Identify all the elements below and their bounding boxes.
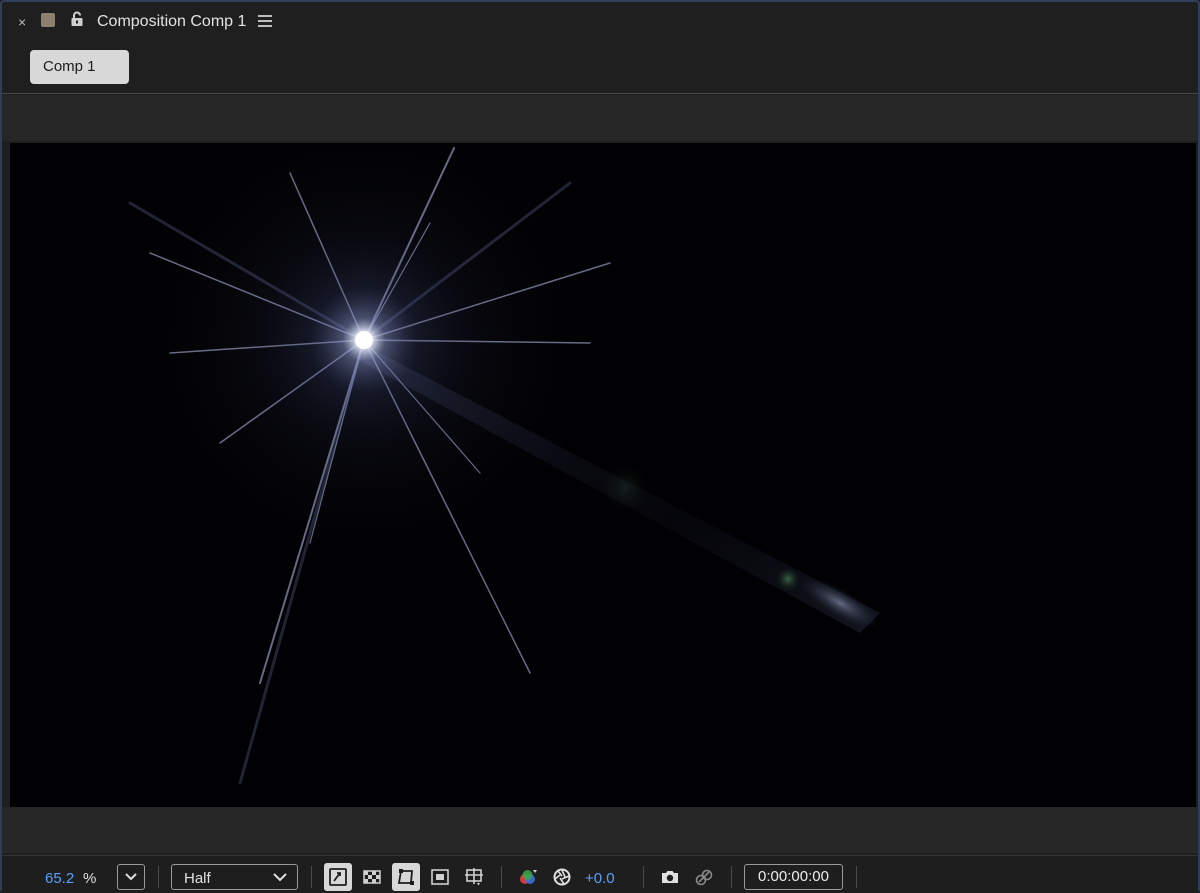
region-of-interest-button[interactable] xyxy=(426,863,454,891)
magnification-value[interactable]: 65.2 xyxy=(45,870,74,887)
grid-guides-button[interactable] xyxy=(460,863,488,891)
toolbar-divider xyxy=(731,866,732,888)
show-snapshot-button[interactable] xyxy=(690,863,718,891)
label-color-swatch[interactable] xyxy=(41,13,55,27)
resolution-dropdown[interactable]: Half xyxy=(171,864,298,890)
grid-guides-icon xyxy=(465,868,483,886)
composition-viewer[interactable] xyxy=(10,143,1196,807)
hamburger-menu-icon[interactable] xyxy=(258,15,272,27)
viewer-top-margin xyxy=(2,95,1198,141)
close-icon[interactable]: × xyxy=(18,14,26,30)
composition-panel: × Composition Comp 1 Comp 1 65.2 % Half … xyxy=(0,0,1200,893)
mask-path-visibility-button[interactable] xyxy=(392,863,420,891)
viewer-toolbar: 65.2 % Half +0.0 0:00:00:00 xyxy=(2,855,1198,893)
current-time-display[interactable]: 0:00:00:00 xyxy=(744,864,843,890)
lens-flare-render xyxy=(104,143,880,785)
take-snapshot-button[interactable] xyxy=(656,863,684,891)
transparency-grid-button[interactable] xyxy=(358,863,386,891)
toolbar-divider xyxy=(311,866,312,888)
toolbar-divider xyxy=(643,866,644,888)
reset-exposure-button[interactable] xyxy=(548,863,576,891)
toolbar-divider xyxy=(158,866,159,888)
show-channel-icon xyxy=(520,870,537,884)
transparency-grid-icon xyxy=(363,870,381,884)
mask-path-visibility-icon xyxy=(397,869,414,885)
magnification-unit: % xyxy=(83,870,97,887)
toolbar-divider xyxy=(501,866,502,888)
chevron-down-icon xyxy=(125,873,137,881)
lock-icon[interactable] xyxy=(70,11,84,27)
chevron-down-icon xyxy=(273,873,287,882)
always-preview-button[interactable] xyxy=(324,863,352,891)
exposure-value[interactable]: +0.0 xyxy=(585,870,615,887)
panel-title: Composition Comp 1 xyxy=(97,13,247,30)
snapshot-camera-icon xyxy=(662,871,678,883)
reset-exposure-icon xyxy=(553,868,571,886)
composition-tab-bar: Comp 1 xyxy=(2,42,1198,94)
resolution-value: Half xyxy=(184,870,211,887)
viewer-bottom-margin xyxy=(2,807,1198,853)
panel-header: × Composition Comp 1 xyxy=(2,2,1198,42)
show-channel-button[interactable] xyxy=(514,863,542,891)
region-of-interest-icon xyxy=(431,869,449,885)
tab-comp-1[interactable]: Comp 1 xyxy=(30,50,129,84)
always-preview-icon xyxy=(329,868,347,886)
show-snapshot-icon xyxy=(695,869,713,886)
magnification-dropdown[interactable] xyxy=(117,864,145,890)
toolbar-divider xyxy=(856,866,857,888)
